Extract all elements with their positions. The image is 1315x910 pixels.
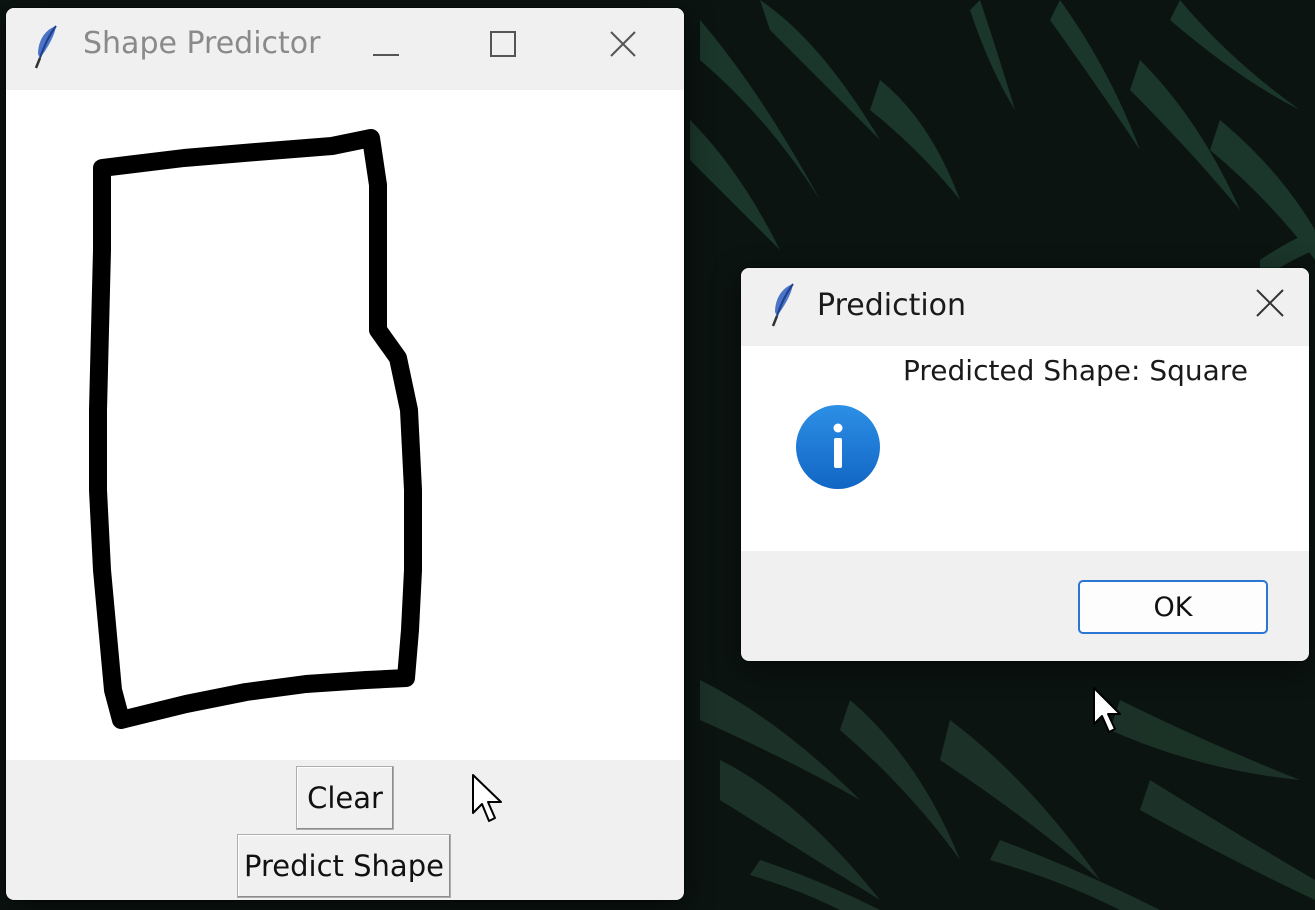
drawing-canvas[interactable] [6,90,684,760]
minimize-icon [373,54,399,56]
shape-predictor-window: Shape Predictor Clear Predict Shape [6,8,684,900]
window-title: Shape Predictor [83,26,321,61]
close-button[interactable] [593,18,653,78]
clear-button[interactable]: Clear [296,766,394,830]
feather-icon [34,25,57,69]
close-icon [1256,289,1284,317]
mouse-cursor-icon [472,774,502,822]
close-icon [610,31,636,57]
prediction-message: Predicted Shape: Square [903,354,1248,387]
maximize-icon [490,31,516,57]
drawn-shape [89,129,422,729]
prediction-dialog: Prediction Predicted Shape: Square OK [741,268,1309,661]
ok-button[interactable]: OK [1078,580,1268,634]
dialog-close-button[interactable] [1241,276,1301,336]
info-icon [796,405,880,489]
maximize-button[interactable] [473,18,533,78]
mouse-pointer-icon [1093,687,1121,733]
feather-icon [771,283,794,327]
predict-shape-button[interactable]: Predict Shape [237,834,451,898]
minimize-button[interactable] [356,18,416,78]
dialog-title: Prediction [817,288,967,323]
title-bar[interactable]: Shape Predictor [6,8,684,90]
dialog-title-bar[interactable]: Prediction [741,268,1309,346]
